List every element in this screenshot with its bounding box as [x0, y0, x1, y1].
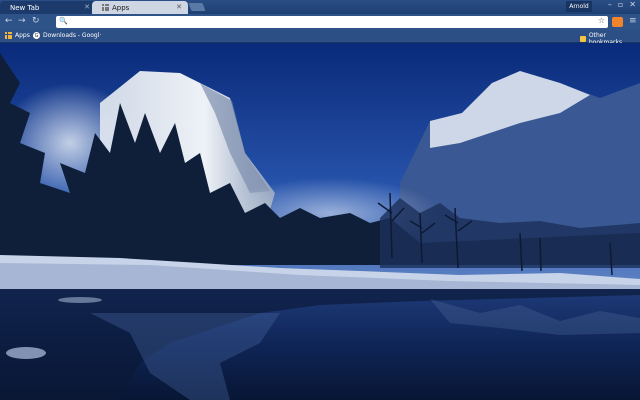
bookmark-label: Downloads - Googl· [43, 32, 102, 39]
star-icon[interactable]: ☆ [598, 16, 605, 25]
window-controls: – ▫ ✕ [608, 0, 636, 9]
bookmarks-bar: Apps G Downloads - Googl· Other bookmark… [0, 30, 640, 46]
toolbar: ← → ↻ 🔍 ☆ ≡ [0, 14, 640, 30]
close-tab-icon[interactable]: ✕ [84, 3, 90, 11]
forward-arrow-icon[interactable]: → [18, 16, 26, 26]
user-profile-button[interactable]: Arnold [566, 1, 592, 12]
tab-new-tab[interactable]: New Tab ✕ [0, 1, 96, 14]
apps-grid-icon [5, 32, 12, 39]
apps-grid-icon [102, 4, 109, 11]
bookmark-label: Apps [15, 32, 30, 39]
tab-strip: New Tab ✕ Apps ✕ Arnold – ▫ ✕ [0, 0, 640, 14]
tab-apps[interactable]: Apps ✕ [92, 1, 188, 14]
omnibox[interactable]: 🔍 ☆ [56, 16, 608, 28]
back-arrow-icon[interactable]: ← [5, 16, 13, 26]
close-window-icon[interactable]: ✕ [629, 0, 636, 9]
new-tab-button[interactable] [188, 3, 206, 11]
close-tab-icon[interactable]: ✕ [176, 3, 182, 11]
menu-icon[interactable]: ≡ [629, 16, 637, 26]
browser-window: New Tab ✕ Apps ✕ Arnold – ▫ ✕ ← → ↻ 🔍 ☆ … [0, 0, 640, 400]
bookmark-apps[interactable]: Apps [5, 32, 30, 39]
extension-icon[interactable] [612, 17, 623, 27]
reload-icon[interactable]: ↻ [32, 16, 40, 26]
new-tab-background [0, 43, 640, 400]
bookmark-downloads[interactable]: G Downloads - Googl· [33, 32, 101, 39]
search-icon: 🔍 [59, 17, 68, 25]
tab-label: Apps [112, 3, 130, 12]
google-g-icon: G [33, 32, 40, 39]
folder-icon [580, 36, 586, 42]
minimize-icon[interactable]: – [608, 0, 612, 9]
maximize-icon[interactable]: ▫ [618, 0, 623, 9]
landscape-background-image [0, 43, 640, 400]
tab-label: New Tab [10, 3, 40, 12]
